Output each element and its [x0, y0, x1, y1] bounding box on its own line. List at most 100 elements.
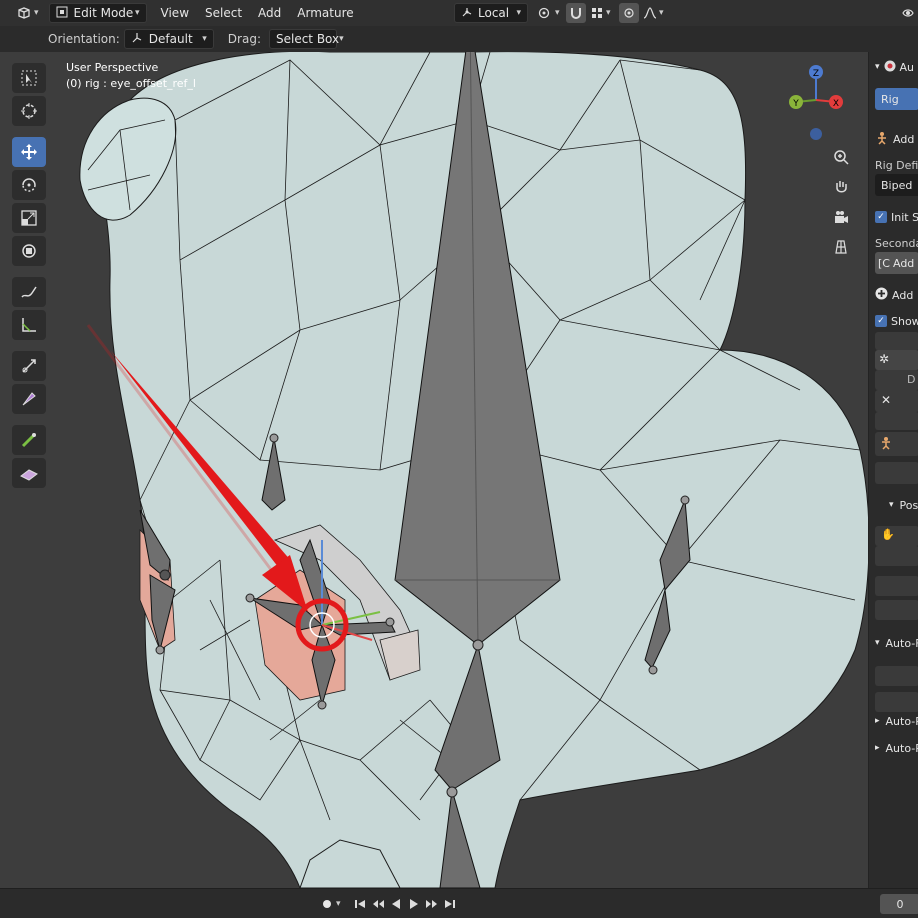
camera-view-button[interactable] — [828, 204, 854, 230]
pose-row[interactable] — [875, 600, 918, 620]
zoom-icon — [834, 150, 849, 165]
perspective-toggle-button[interactable] — [828, 234, 854, 260]
object-info-label: (0) rig : eye_offset_ref_l — [66, 77, 196, 90]
snap-grid-icon[interactable] — [587, 3, 607, 23]
tool-settings-bar: Orientation: Default ▾ Drag: Select Box … — [0, 26, 918, 52]
jump-start-button[interactable] — [351, 895, 369, 913]
measure-tool[interactable] — [12, 310, 46, 340]
pose-row[interactable] — [875, 576, 918, 596]
chevron-right-icon: ▸ — [875, 743, 880, 753]
secondary-label: Secondar — [875, 236, 918, 250]
menu-add[interactable]: Add — [250, 3, 289, 23]
record-icon — [323, 899, 331, 908]
menu-view[interactable]: View — [153, 3, 197, 23]
envelope-tool[interactable] — [12, 458, 46, 488]
extrude-icon — [21, 433, 36, 448]
grid-icon — [835, 240, 847, 254]
drag-dropdown[interactable]: Select Box ▾ — [268, 29, 344, 49]
zoom-button[interactable] — [828, 144, 854, 170]
pose-row[interactable] — [875, 546, 918, 566]
bone-size-tool[interactable] — [12, 384, 46, 414]
panel-header-pose[interactable]: ▾ Pos — [889, 494, 918, 516]
jump-start-icon — [354, 899, 365, 908]
show-checkbox[interactable]: ✓ Show — [875, 310, 918, 332]
panel-header-autorig[interactable]: ▾ Au — [875, 56, 914, 78]
play-reverse-button[interactable] — [387, 895, 405, 913]
add-button-2[interactable]: Add — [875, 284, 913, 306]
prev-keyframe-button[interactable] — [369, 895, 387, 913]
autorig-label-2: Auto-R — [885, 714, 918, 728]
play-icon — [409, 898, 418, 909]
snap-magnet-icon[interactable] — [566, 3, 586, 23]
chevron-down-icon: ▾ — [875, 638, 880, 648]
play-button[interactable] — [405, 895, 423, 913]
next-keyframe-button[interactable] — [423, 895, 441, 913]
rig-button[interactable]: Rig — [875, 88, 918, 110]
view3d-icon[interactable] — [14, 3, 34, 23]
character-row[interactable] — [875, 432, 918, 456]
show-label: Show — [891, 314, 918, 328]
menu-select[interactable]: Select — [197, 3, 250, 23]
autorig-row[interactable] — [875, 666, 918, 686]
mode-dropdown[interactable]: Edit Mode ▾ — [48, 3, 147, 23]
scale-icon — [21, 210, 37, 226]
rotate-tool[interactable] — [12, 170, 46, 200]
bone-list-row[interactable] — [875, 412, 918, 430]
orientation-label: Local — [478, 6, 510, 20]
panel-header-autorig-3[interactable]: ▸ Auto-R — [875, 737, 918, 759]
panel-header-autorig-2[interactable]: ▸ Auto-R — [875, 710, 918, 732]
extrude-tool[interactable] — [12, 425, 46, 455]
jump-end-button[interactable] — [441, 895, 459, 913]
panel-header-autorig-1[interactable]: ▾ Auto-F — [875, 632, 918, 654]
drag-field-label: Drag: — [227, 32, 261, 46]
viewport-scene[interactable] — [0, 52, 918, 888]
falloff-curve-icon[interactable] — [640, 3, 660, 23]
orientation-field-label: Orientation: — [48, 32, 120, 46]
autorig-label-1: Auto-F — [885, 636, 918, 650]
init-scale-checkbox[interactable]: ✓ Init Sc — [875, 206, 918, 228]
proportional-edit-icon[interactable] — [619, 3, 639, 23]
panel-button[interactable] — [875, 462, 918, 484]
bone-list-row[interactable]: D — [875, 370, 918, 390]
move-tool[interactable] — [12, 137, 46, 167]
hand-icon: ✋ — [881, 528, 895, 541]
cursor-icon — [21, 103, 37, 119]
transform-icon — [22, 244, 36, 258]
checkbox-checked-icon: ✓ — [875, 211, 887, 223]
autorig-label-3: Auto-R — [885, 741, 918, 755]
chevron-down-icon: ▾ — [875, 62, 880, 72]
current-frame-field[interactable]: 0 — [880, 894, 918, 914]
annotate-tool[interactable] — [12, 277, 46, 307]
orientation-axes-icon — [131, 32, 143, 47]
add-armature-label[interactable]: Add — [893, 133, 914, 146]
rig-type-dropdown[interactable]: Biped — [875, 174, 918, 196]
pose-row[interactable]: ✋ — [875, 526, 918, 546]
remove-row[interactable]: ✕ — [875, 390, 918, 412]
transform-tool[interactable] — [12, 236, 46, 266]
navigation-gizmo[interactable]: Z X Y — [778, 60, 862, 144]
bone-list-row[interactable]: ✲ — [875, 350, 918, 370]
autorig-row[interactable] — [875, 692, 918, 712]
cursor-tool[interactable] — [12, 96, 46, 126]
scale-tool[interactable] — [12, 203, 46, 233]
bone-list-row[interactable] — [875, 332, 918, 350]
move-icon — [21, 144, 37, 160]
3d-viewport[interactable]: User Perspective (0) rig : eye_offset_re… — [0, 52, 918, 888]
chevron-down-icon: ▾ — [516, 8, 521, 18]
annotate-icon — [21, 286, 37, 298]
timeline-bar: ▾ 0 — [0, 888, 918, 918]
pivot-point-icon[interactable] — [535, 3, 555, 23]
record-button[interactable] — [318, 895, 336, 913]
bracket-icon: [C — [878, 256, 890, 270]
jump-end-icon — [444, 899, 455, 908]
checkbox-checked-icon: ✓ — [875, 315, 887, 327]
header-extra-icon[interactable] — [898, 3, 918, 23]
menu-armature[interactable]: Armature — [289, 3, 361, 23]
select-box-tool[interactable] — [12, 63, 46, 93]
pan-button[interactable] — [828, 174, 854, 200]
roll-tool[interactable] — [12, 351, 46, 381]
play-reverse-icon — [391, 898, 400, 909]
transform-orientation-dropdown[interactable]: Local ▾ — [454, 3, 528, 23]
add-secondary-button[interactable]: [C Add — [875, 252, 918, 274]
orientation-dropdown[interactable]: Default ▾ — [123, 29, 214, 49]
